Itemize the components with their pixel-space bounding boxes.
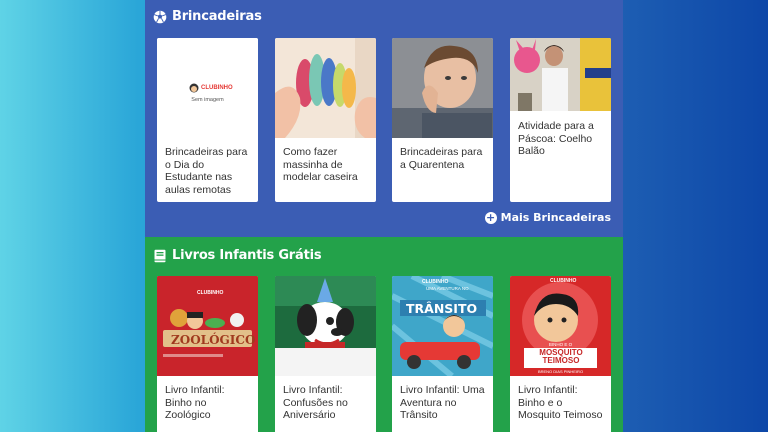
book-card-title: Livro Infantil: Binho no Zoológico <box>165 384 225 421</box>
game-card-title: Brincadeiras para o Dia do Estudante nas… <box>165 146 248 196</box>
book-card-2[interactable]: Livro Infantil: Confusões no Aniversário <box>275 276 376 432</box>
cover-title: TRÂNSITO <box>406 301 478 316</box>
cover-title: ZOOLÓGICO <box>171 333 256 347</box>
cover-subtitle: BINHO E O <box>548 342 573 347</box>
cover-brand: CLUBINHO <box>422 279 449 285</box>
no-image-placeholder: CLUBINHO Sem imagem <box>157 38 258 138</box>
book-card-1[interactable]: CLUBINHO ZOOLÓGICO Livro Infantil: Binho… <box>157 276 258 432</box>
no-image-label: Sem imagem <box>191 97 224 103</box>
playdough-image <box>275 38 376 138</box>
games-section-heading: Brincadeiras <box>172 9 262 24</box>
cover-brand: CLUBINHO <box>550 278 577 284</box>
game-card-title: Como fazer massinha de modelar caseira <box>283 146 358 183</box>
book-card-3[interactable]: CLUBINHO UMA AVENTURA NO TRÂNSITO Livro … <box>392 276 493 432</box>
game-card-title: Brincadeiras para a Quarentena <box>400 146 483 171</box>
book-card-title: Livro Infantil: Uma Aventura no Trânsito <box>400 384 485 421</box>
plus-circle-icon: + <box>484 210 497 224</box>
books-section-title: Livros Infantis Grátis <box>153 248 322 263</box>
book-icon <box>153 249 167 263</box>
game-card-2[interactable]: Como fazer massinha de modelar caseira <box>275 38 376 202</box>
bored-boy-image <box>392 38 493 138</box>
cover-title: MOSQUITO TEIMOSO <box>539 348 583 365</box>
game-card-4[interactable]: Atividade para a Páscoa: Coelho Balão <box>510 38 611 202</box>
cover-subtitle: UMA AVENTURA NO <box>426 286 469 291</box>
game-card-1[interactable]: CLUBINHO Sem imagem Brincadeiras para o … <box>157 38 258 202</box>
games-section-title: Brincadeiras <box>153 9 262 24</box>
content-column: Brincadeiras CLUBINHO Sem imagem Brincad… <box>145 0 623 432</box>
books-section: Livros Infantis Grátis CLUBINHO ZOOLÓGIC… <box>145 237 623 432</box>
traffic-book-cover: CLUBINHO UMA AVENTURA NO TRÂNSITO <box>392 276 493 376</box>
more-games-link[interactable]: + Mais Brincadeiras <box>484 210 611 224</box>
birthday-book-cover <box>275 276 376 376</box>
game-card-3[interactable]: Brincadeiras para a Quarentena <box>392 38 493 202</box>
soccer-ball-icon <box>153 10 167 24</box>
book-card-4[interactable]: CLUBINHO BINHO E O MOSQUITO TEIMOSO BREN… <box>510 276 611 432</box>
cover-brand: CLUBINHO <box>197 290 224 296</box>
more-games-label: Mais Brincadeiras <box>500 211 611 224</box>
mosquito-book-cover: CLUBINHO BINHO E O MOSQUITO TEIMOSO BREN… <box>510 276 611 376</box>
games-section: Brincadeiras CLUBINHO Sem imagem Brincad… <box>145 0 623 237</box>
game-card-title: Atividade para a Páscoa: Coelho Balão <box>518 120 594 157</box>
zoo-book-cover: CLUBINHO ZOOLÓGICO <box>157 276 258 376</box>
easter-balloon-image <box>510 38 611 111</box>
book-card-title: Livro Infantil: Confusões no Aniversário <box>283 384 348 421</box>
books-section-heading: Livros Infantis Grátis <box>172 248 322 263</box>
clubinho-logo: CLUBINHO <box>189 83 233 93</box>
book-card-title: Livro Infantil: Binho e o Mosquito Teimo… <box>518 384 603 421</box>
cover-author: BRENO DIAS PINHEIRO <box>537 369 584 374</box>
